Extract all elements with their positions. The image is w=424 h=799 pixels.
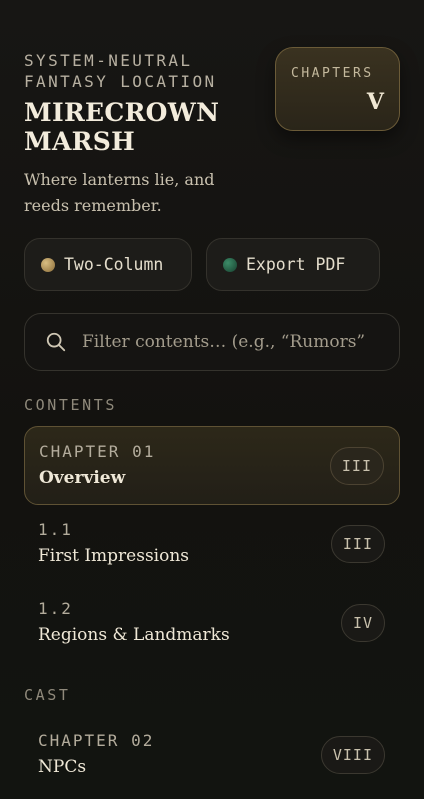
toc-item-meta: CHAPTER 01 bbox=[39, 442, 156, 461]
chapters-count: V bbox=[366, 89, 384, 115]
toc-item-overview[interactable]: CHAPTER 01 Overview III bbox=[24, 426, 400, 505]
filter-contents-input[interactable] bbox=[82, 332, 382, 352]
page-badge: IV bbox=[340, 604, 385, 642]
two-column-toggle-button[interactable]: Two-Column bbox=[24, 238, 192, 291]
two-column-label: Two-Column bbox=[64, 255, 164, 274]
chapters-label: CHAPTERS bbox=[291, 66, 374, 81]
export-pdf-button[interactable]: Export PDF bbox=[206, 238, 380, 291]
toc-item-npcs[interactable]: CHAPTER 02 NPCs VIII bbox=[24, 716, 400, 795]
page-badge: III bbox=[329, 447, 384, 485]
toc-item-first-impressions[interactable]: 1.1 First Impressions III bbox=[24, 505, 400, 584]
two-column-dot-icon bbox=[41, 257, 55, 272]
page-title: MIRECROWN MARSH bbox=[24, 98, 220, 156]
contents-section-label: CONTENTS bbox=[24, 396, 118, 414]
filter-search-box[interactable] bbox=[24, 313, 400, 371]
export-dot-icon bbox=[223, 257, 237, 272]
toc-item-meta: 1.1 bbox=[38, 520, 73, 539]
chapters-count-card[interactable]: CHAPTERS V bbox=[275, 47, 400, 131]
toc-item-meta: 1.2 bbox=[38, 599, 73, 618]
toc-item-regions-landmarks[interactable]: 1.2 Regions & Landmarks IV bbox=[24, 584, 400, 663]
toc-item-title: Regions & Landmarks bbox=[38, 625, 230, 645]
page-badge: VIII bbox=[320, 736, 385, 774]
page-subtitle: Where lanterns lie, and reeds remember. bbox=[24, 170, 215, 215]
toc-item-title: First Impressions bbox=[38, 546, 190, 566]
search-icon bbox=[46, 332, 66, 352]
toc-item-title: Overview bbox=[39, 468, 126, 488]
cast-section-label: CAST bbox=[24, 686, 71, 704]
export-pdf-label: Export PDF bbox=[246, 255, 346, 274]
location-eyebrow: SYSTEM-NEUTRAL FANTASY LOCATION bbox=[24, 51, 217, 91]
page-badge: III bbox=[330, 525, 385, 563]
toc-item-title: NPCs bbox=[38, 757, 87, 777]
toc-item-meta: CHAPTER 02 bbox=[38, 731, 155, 750]
